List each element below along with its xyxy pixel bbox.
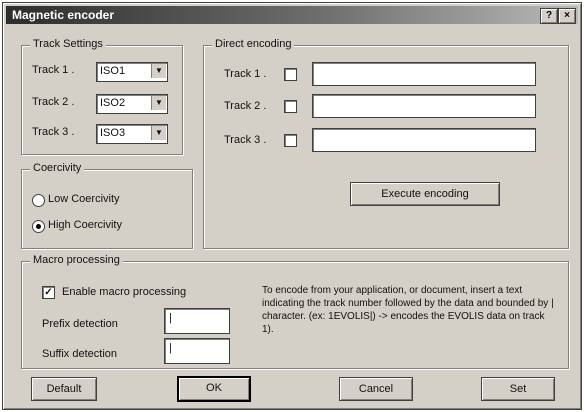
direct-track-1-input[interactable] (312, 62, 536, 86)
chevron-down-icon[interactable]: ▼ (151, 96, 166, 110)
execute-encoding-button[interactable]: Execute encoding (350, 182, 500, 206)
track-3-setting-label: Track 3 . (32, 126, 75, 138)
direct-encoding-group: Direct encoding Track 1 . Track 2 . Trac… (203, 38, 569, 249)
window-title: Magnetic encoder (12, 8, 115, 22)
low-coercivity-radio[interactable] (32, 194, 45, 207)
track-3-format-value: ISO3 (100, 127, 126, 139)
set-button[interactable]: Set (481, 377, 555, 401)
macro-processing-group: Macro processing ✓ Enable macro processi… (21, 254, 569, 369)
direct-encoding-legend: Direct encoding (212, 38, 295, 50)
macro-processing-legend: Macro processing (30, 254, 123, 266)
prefix-detection-label: Prefix detection (42, 318, 118, 330)
direct-track-3-input[interactable] (312, 128, 536, 152)
track-1-setting-label: Track 1 . (32, 64, 75, 76)
prefix-detection-input[interactable]: | (164, 308, 230, 334)
cancel-button[interactable]: Cancel (339, 377, 413, 401)
track-1-format-value: ISO1 (100, 65, 126, 77)
direct-track-1-label: Track 1 . (224, 68, 267, 80)
chevron-down-icon[interactable]: ▼ (151, 126, 166, 140)
direct-track-2-input[interactable] (312, 94, 536, 118)
direct-track-2-label: Track 2 . (224, 100, 267, 112)
direct-track-2-checkbox[interactable] (284, 100, 297, 113)
macro-help-text: To encode from your application, or docu… (262, 285, 554, 335)
enable-macro-label[interactable]: Enable macro processing (62, 286, 186, 298)
title-bar[interactable]: Magnetic encoder ? × (6, 6, 578, 24)
track-2-format-value: ISO2 (100, 97, 126, 109)
help-icon[interactable]: ? (540, 8, 558, 24)
high-coercivity-label[interactable]: High Coercivity (48, 219, 122, 231)
enable-macro-checkbox[interactable]: ✓ (42, 286, 55, 299)
direct-track-3-label: Track 3 . (224, 134, 267, 146)
track-settings-legend: Track Settings (30, 38, 106, 50)
default-button[interactable]: Default (31, 377, 97, 401)
close-icon[interactable]: × (558, 8, 576, 24)
track-3-format-select[interactable]: ISO3 ▼ (96, 124, 168, 144)
track-2-setting-label: Track 2 . (32, 96, 75, 108)
suffix-detection-label: Suffix detection (42, 348, 118, 360)
coercivity-legend: Coercivity (30, 162, 85, 174)
track-2-format-select[interactable]: ISO2 ▼ (96, 94, 168, 114)
high-coercivity-radio[interactable] (32, 220, 45, 233)
chevron-down-icon[interactable]: ▼ (151, 64, 166, 78)
track-settings-group: Track Settings Track 1 . ISO1 ▼ Track 2 … (21, 38, 183, 155)
low-coercivity-label[interactable]: Low Coercivity (48, 193, 120, 205)
ok-button[interactable]: OK (177, 376, 251, 402)
track-1-format-select[interactable]: ISO1 ▼ (96, 62, 168, 82)
suffix-detection-input[interactable]: | (164, 338, 230, 364)
direct-track-1-checkbox[interactable] (284, 68, 297, 81)
direct-track-3-checkbox[interactable] (284, 134, 297, 147)
magnetic-encoder-dialog: Magnetic encoder ? × Track Settings Trac… (2, 2, 582, 410)
coercivity-group: Coercivity Low Coercivity High Coercivit… (21, 162, 193, 249)
radio-selected-dot (36, 224, 41, 229)
check-mark-icon: ✓ (44, 287, 53, 298)
